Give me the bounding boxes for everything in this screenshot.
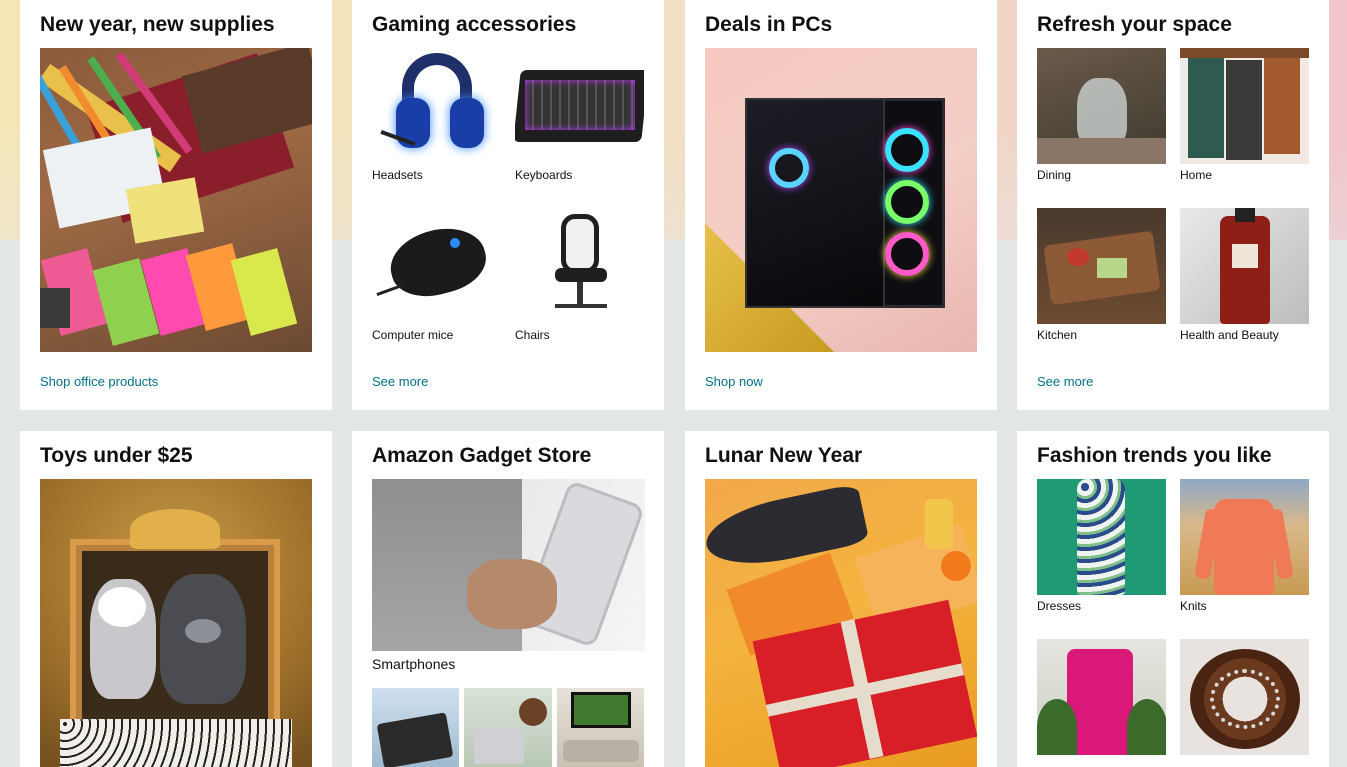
kitchen-image[interactable] bbox=[1037, 208, 1166, 324]
tablet-thumbnail[interactable] bbox=[372, 688, 460, 767]
knits-image[interactable] bbox=[1180, 479, 1309, 595]
quad-label: Dresses bbox=[1037, 599, 1082, 613]
gaming-chair-image[interactable] bbox=[515, 208, 644, 324]
card-title: Toys under $25 bbox=[40, 444, 193, 467]
card-title: Fashion trends you like bbox=[1037, 444, 1272, 467]
quad-item-keyboards[interactable]: Keyboards bbox=[515, 48, 644, 208]
quad-item-home[interactable]: Home bbox=[1180, 48, 1309, 208]
smartphones-image[interactable] bbox=[372, 479, 645, 651]
headset-image[interactable] bbox=[372, 48, 501, 164]
quad-item-kitchen[interactable]: Kitchen bbox=[1037, 208, 1166, 368]
card-amazon-gadget-store: Amazon Gadget Store Smartphones bbox=[352, 431, 664, 767]
see-more-refresh-link[interactable]: See more bbox=[1037, 374, 1093, 389]
gaming-grid: Headsets Keyboards Computer mice Chairs bbox=[372, 48, 644, 368]
tv-thumbnail[interactable] bbox=[556, 688, 644, 767]
health-beauty-image[interactable] bbox=[1180, 208, 1309, 324]
quad-label: Chairs bbox=[515, 328, 550, 342]
fashion-grid: Dresses Knits bbox=[1037, 479, 1309, 767]
quad-item-headsets[interactable]: Headsets bbox=[372, 48, 501, 208]
quad-label: Knits bbox=[1180, 599, 1207, 613]
dining-image[interactable] bbox=[1037, 48, 1166, 164]
home-image[interactable] bbox=[1180, 48, 1309, 164]
smartphones-label[interactable]: Smartphones bbox=[372, 656, 644, 676]
quad-item-dining[interactable]: Dining bbox=[1037, 48, 1166, 208]
dresses-image[interactable] bbox=[1037, 479, 1166, 595]
shop-now-link[interactable]: Shop now bbox=[705, 374, 763, 389]
office-supplies-image[interactable] bbox=[40, 48, 312, 352]
quad-item-blazer[interactable] bbox=[1037, 639, 1166, 767]
card-toys-under-25: Toys under $25 bbox=[20, 431, 332, 767]
quad-item-dresses[interactable]: Dresses bbox=[1037, 479, 1166, 639]
quad-label: Home bbox=[1180, 168, 1213, 182]
quad-item-chairs[interactable]: Chairs bbox=[515, 208, 644, 368]
gadget-thumbnails bbox=[372, 688, 644, 767]
quad-item-health-and-beauty[interactable]: Health and Beauty bbox=[1180, 208, 1309, 368]
card-title: Gaming accessories bbox=[372, 13, 577, 36]
quad-item-knits[interactable]: Knits bbox=[1180, 479, 1309, 639]
quad-label: Health and Beauty bbox=[1180, 328, 1279, 342]
card-refresh-your-space: Refresh your space Dining Home Kitchen H… bbox=[1017, 0, 1329, 410]
quad-label: Keyboards bbox=[515, 168, 573, 182]
quad-label: Computer mice bbox=[372, 328, 454, 342]
quad-label: Headsets bbox=[372, 168, 423, 182]
necklace-image[interactable] bbox=[1180, 639, 1309, 755]
keyboard-image[interactable] bbox=[515, 48, 644, 164]
refresh-grid: Dining Home Kitchen Health and Beauty bbox=[1037, 48, 1309, 368]
card-title: Lunar New Year bbox=[705, 444, 863, 467]
card-title: Amazon Gadget Store bbox=[372, 444, 592, 467]
card-fashion-trends: Fashion trends you like Dresses Knits bbox=[1017, 431, 1329, 767]
card-title: Deals in PCs bbox=[705, 13, 833, 36]
shop-office-products-link[interactable]: Shop office products bbox=[40, 374, 158, 389]
lunar-new-year-image[interactable] bbox=[705, 479, 977, 767]
toys-image[interactable] bbox=[40, 479, 312, 767]
quad-label: Dining bbox=[1037, 168, 1072, 182]
card-deals-in-pcs: Deals in PCs Shop now bbox=[685, 0, 997, 410]
quad-label: Kitchen bbox=[1037, 328, 1078, 342]
quad-item-necklace[interactable] bbox=[1180, 639, 1309, 767]
gaming-pc-image[interactable] bbox=[705, 48, 977, 352]
computer-mouse-image[interactable] bbox=[372, 208, 501, 324]
blazer-image[interactable] bbox=[1037, 639, 1166, 755]
card-office-supplies: New year, new supplies Shop office produ… bbox=[20, 0, 332, 410]
card-title: Refresh your space bbox=[1037, 13, 1232, 36]
card-lunar-new-year: Lunar New Year bbox=[685, 431, 997, 767]
see-more-gaming-link[interactable]: See more bbox=[372, 374, 428, 389]
card-gaming-accessories: Gaming accessories Headsets Keyboards Co… bbox=[352, 0, 664, 410]
card-title: New year, new supplies bbox=[40, 13, 275, 36]
quad-item-computer-mice[interactable]: Computer mice bbox=[372, 208, 501, 368]
laptop-thumbnail[interactable] bbox=[464, 688, 552, 767]
